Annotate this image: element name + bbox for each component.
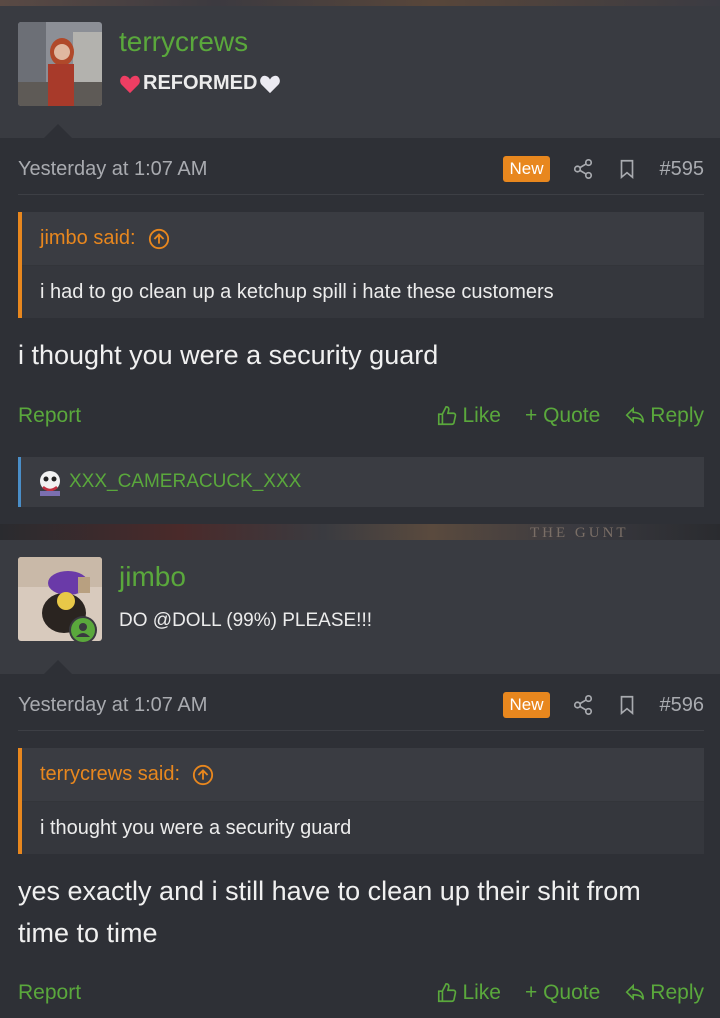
reply-button[interactable]: Reply: [624, 981, 704, 1005]
avatar[interactable]: [18, 557, 102, 644]
thumbs-up-icon: [438, 983, 457, 1003]
quote-header[interactable]: jimbo said:: [22, 212, 704, 266]
like-label: Like: [462, 981, 501, 1004]
username[interactable]: terrycrews: [119, 26, 248, 58]
post-actions: Report Like + Quote Reply: [18, 976, 704, 1010]
like-button[interactable]: Like: [436, 981, 501, 1005]
post-date[interactable]: Yesterday at 1:07 AM: [18, 158, 207, 181]
quote-author[interactable]: jimbo said:: [40, 227, 136, 250]
like-button[interactable]: Like: [436, 404, 501, 428]
post-596: jimbo DO @DOLL (99%) PLEASE!!! Yesterday…: [0, 540, 720, 1018]
new-badge: New: [503, 692, 550, 718]
like-label: Like: [462, 404, 501, 427]
header-notch: [44, 124, 72, 138]
report-link[interactable]: Report: [18, 981, 81, 1005]
post-number[interactable]: #596: [660, 694, 705, 717]
post-actions: Report Like + Quote Reply: [18, 399, 704, 433]
quote-button[interactable]: + Quote: [525, 981, 600, 1005]
new-badge: New: [503, 156, 550, 182]
user-title-text: REFORMED: [143, 72, 258, 94]
reply-icon: [625, 406, 645, 424]
heart-icon: [120, 75, 140, 93]
header-notch: [44, 660, 72, 674]
likes-summary: XXX_CAMERACUCK_XXX: [18, 457, 704, 507]
liker-name[interactable]: XXX_CAMERACUCK_XXX: [69, 471, 301, 493]
divider: [18, 194, 704, 195]
reply-button[interactable]: Reply: [624, 404, 704, 428]
quote-text: i had to go clean up a ketchup spill i h…: [22, 266, 704, 318]
quote-block: terrycrews said: i thought you were a se…: [18, 748, 704, 854]
liker-avatar[interactable]: [35, 467, 65, 497]
bookmark-icon[interactable]: [616, 694, 638, 716]
reply-label: Reply: [650, 404, 704, 427]
reply-icon: [625, 983, 645, 1001]
quote-author[interactable]: terrycrews said:: [40, 763, 180, 786]
message-body: yes exactly and i still have to clean up…: [18, 876, 641, 948]
bookmark-icon[interactable]: [616, 158, 638, 180]
heart-icon: [260, 75, 281, 93]
post-number[interactable]: #595: [660, 158, 705, 181]
message-body: i thought you were a security guard: [18, 340, 439, 370]
share-icon[interactable]: [572, 158, 594, 180]
post-meta: Yesterday at 1:07 AM New #595: [18, 149, 704, 189]
avatar[interactable]: [18, 22, 102, 106]
up-arrow-circle-icon[interactable]: [148, 228, 170, 250]
post-date[interactable]: Yesterday at 1:07 AM: [18, 694, 207, 717]
quote-block: jimbo said: i had to go clean up a ketch…: [18, 212, 704, 318]
post-595: terrycrews REFORMED Yesterday at 1:07 AM…: [0, 6, 720, 524]
background-strip: THE GUNT: [0, 524, 720, 541]
post-header: terrycrews REFORMED: [0, 6, 720, 138]
quote-header[interactable]: terrycrews said:: [22, 748, 704, 802]
quote-button[interactable]: + Quote: [525, 404, 600, 428]
online-status-icon: [69, 616, 97, 644]
up-arrow-circle-icon[interactable]: [192, 764, 214, 786]
thumbs-up-icon: [438, 406, 457, 426]
user-title: DO @DOLL (99%) PLEASE!!!: [119, 610, 373, 631]
post-header: jimbo DO @DOLL (99%) PLEASE!!!: [0, 540, 720, 674]
reply-label: Reply: [650, 981, 704, 1004]
user-title: REFORMED: [119, 72, 281, 95]
report-link[interactable]: Report: [18, 404, 81, 428]
divider: [18, 730, 704, 731]
username[interactable]: jimbo: [119, 561, 186, 593]
share-icon[interactable]: [572, 694, 594, 716]
quote-text: i thought you were a security guard: [22, 802, 704, 854]
post-meta: Yesterday at 1:07 AM New #596: [18, 685, 704, 725]
